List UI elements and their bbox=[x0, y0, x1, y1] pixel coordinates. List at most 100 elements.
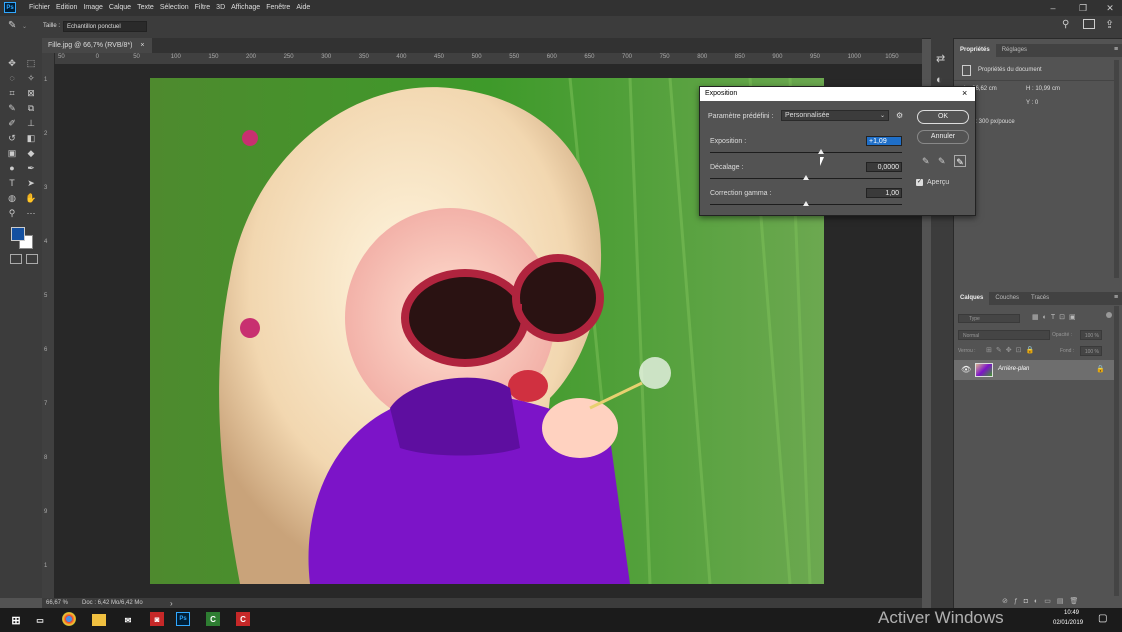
shape-tool-icon[interactable]: ◍ bbox=[4, 191, 20, 205]
visibility-eye-icon[interactable]: 👁 bbox=[961, 365, 971, 374]
menu-aide[interactable]: Aide bbox=[293, 0, 313, 16]
white-point-eyedropper-icon[interactable]: ✎ bbox=[954, 155, 966, 167]
task-view-icon[interactable]: ▭ bbox=[32, 612, 48, 628]
sample-size-select[interactable]: Echantillon ponctuel bbox=[63, 21, 147, 32]
dodge-tool-icon[interactable]: ● bbox=[4, 161, 20, 175]
history-panel-icon[interactable]: ⇄ bbox=[936, 52, 945, 65]
properties-scrollbar[interactable] bbox=[1114, 60, 1119, 278]
fill-input[interactable]: 100 % bbox=[1080, 346, 1102, 356]
menu-image[interactable]: Image bbox=[80, 0, 105, 16]
camtasia-red-icon[interactable]: C bbox=[236, 612, 250, 626]
preset-select[interactable]: Personnalisée ⌄ bbox=[781, 110, 889, 121]
eraser-tool-icon[interactable]: ◧ bbox=[23, 131, 39, 145]
camtasia-green-icon[interactable]: C bbox=[206, 612, 220, 626]
close-tab-icon[interactable]: × bbox=[140, 42, 144, 49]
search-icon[interactable]: ⚲ bbox=[1062, 19, 1069, 30]
eyedropper-icon[interactable]: ✎ bbox=[8, 20, 16, 31]
layer-filter-icons[interactable]: ▦◐T⊡▣ bbox=[1032, 313, 1080, 321]
tab-properties[interactable]: Propriétés bbox=[954, 44, 996, 57]
frame-tool-icon[interactable]: ⊠ bbox=[23, 86, 39, 100]
lock-icons[interactable]: ⊞✎✥⊡🔒 bbox=[986, 346, 1038, 354]
foreground-color-swatch[interactable] bbox=[11, 227, 25, 241]
brush-tool-icon[interactable]: ✐ bbox=[4, 116, 20, 130]
black-point-eyedropper-icon[interactable]: ✎ bbox=[922, 156, 930, 167]
gradient-tool-icon[interactable]: ▣ bbox=[4, 146, 20, 160]
exposure-input[interactable]: +1,09 bbox=[866, 136, 902, 146]
taskbar-date[interactable]: 02/01/2019 bbox=[1053, 620, 1083, 626]
more-tools-icon[interactable]: ⋯ bbox=[23, 206, 39, 220]
file-explorer-icon[interactable] bbox=[92, 614, 106, 626]
exposure-slider-track[interactable] bbox=[710, 152, 902, 153]
stamp-tool-icon[interactable]: ⊥ bbox=[23, 116, 39, 130]
menu-affichage[interactable]: Affichage bbox=[228, 0, 263, 16]
restore-icon[interactable]: ❐ bbox=[1073, 0, 1093, 16]
gamma-slider-thumb[interactable] bbox=[803, 201, 809, 206]
quick-mask-icon[interactable] bbox=[10, 254, 22, 264]
gray-point-eyedropper-icon[interactable]: ✎ bbox=[938, 156, 946, 167]
layer-filter-input[interactable]: Type bbox=[958, 314, 1020, 323]
tab-layers[interactable]: Calques bbox=[954, 292, 990, 305]
menu-fenetre[interactable]: Fenêtre bbox=[263, 0, 293, 16]
windows-start-icon[interactable]: ⊞ bbox=[8, 612, 24, 628]
offset-slider-thumb[interactable] bbox=[803, 175, 809, 180]
filter-toggle-icon[interactable] bbox=[1106, 312, 1112, 318]
tool-preset-chevron-icon[interactable]: ⌄ bbox=[22, 23, 27, 30]
menu-3d[interactable]: 3D bbox=[213, 0, 228, 16]
hand-tool-icon[interactable]: ✋ bbox=[23, 191, 39, 205]
tab-channels[interactable]: Couches bbox=[989, 292, 1025, 305]
notifications-icon[interactable]: ▢ bbox=[1098, 613, 1107, 624]
taskbar-time[interactable]: 10:49 bbox=[1064, 610, 1079, 616]
close-window-icon[interactable]: ✕ bbox=[1100, 0, 1120, 16]
media-app-icon[interactable]: ◙ bbox=[150, 612, 164, 626]
dialog-close-icon[interactable]: × bbox=[962, 88, 967, 98]
menu-selection[interactable]: Sélection bbox=[157, 0, 192, 16]
screen-mode-icon[interactable] bbox=[26, 254, 38, 264]
exposure-slider-thumb[interactable] bbox=[818, 149, 824, 154]
menu-fichier[interactable]: Fichier bbox=[26, 0, 53, 16]
move-tool-icon[interactable]: ✥ bbox=[4, 56, 20, 70]
height-value[interactable]: H : 10,99 cm bbox=[1026, 86, 1060, 92]
workspace-icon[interactable] bbox=[1083, 19, 1095, 29]
zoom-tool-icon[interactable]: ⚲ bbox=[4, 206, 20, 220]
menu-edition[interactable]: Edition bbox=[53, 0, 80, 16]
opacity-input[interactable]: 100 % bbox=[1080, 330, 1102, 340]
zoom-level[interactable]: 66,67 % bbox=[46, 600, 68, 606]
lasso-tool-icon[interactable]: ◌ bbox=[4, 71, 20, 85]
history-brush-tool-icon[interactable]: ↺ bbox=[4, 131, 20, 145]
layers-panel-menu-icon[interactable]: ≡ bbox=[1114, 294, 1118, 301]
offset-input[interactable]: 0,0000 bbox=[866, 162, 902, 172]
layer-action-icons[interactable]: ⊘ƒ◘◐▭▤🗑 bbox=[1002, 597, 1084, 605]
ok-button[interactable]: OK bbox=[917, 110, 969, 124]
menu-filtre[interactable]: Filtre bbox=[192, 0, 214, 16]
cancel-button[interactable]: Annuler bbox=[917, 130, 969, 144]
share-icon[interactable]: ⇪ bbox=[1105, 18, 1114, 31]
tab-paths[interactable]: Tracés bbox=[1025, 292, 1055, 305]
mail-icon[interactable]: ✉ bbox=[120, 612, 136, 628]
marquee-tool-icon[interactable]: ⬚ bbox=[23, 56, 39, 70]
y-value[interactable]: Y : 0 bbox=[1026, 100, 1038, 106]
path-selection-tool-icon[interactable]: ➤ bbox=[23, 176, 39, 190]
photoshop-taskbar-icon[interactable]: Ps bbox=[176, 612, 190, 626]
status-menu-chevron-icon[interactable]: › bbox=[170, 599, 173, 608]
type-tool-icon[interactable]: T bbox=[4, 176, 20, 190]
document-tab[interactable]: Fille.jpg @ 66,7% (RVB/8*) × bbox=[42, 38, 152, 53]
panel-menu-icon[interactable]: ≡ bbox=[1114, 46, 1118, 53]
ruler-tool-icon[interactable]: ⧉ bbox=[23, 101, 39, 115]
adjustments-panel-icon[interactable]: ◐ bbox=[936, 74, 943, 86]
preview-checkbox[interactable]: ✓ bbox=[916, 179, 923, 186]
menu-texte[interactable]: Texte bbox=[134, 0, 157, 16]
layers-scrollbar[interactable] bbox=[1114, 306, 1119, 596]
minimize-icon[interactable]: – bbox=[1043, 0, 1063, 16]
magic-wand-tool-icon[interactable]: ✧ bbox=[23, 71, 39, 85]
preset-gear-icon[interactable]: ⚙ bbox=[896, 111, 903, 120]
menu-calque[interactable]: Calque bbox=[106, 0, 134, 16]
layer-row-background[interactable]: 👁 Arrière-plan 🔒 bbox=[954, 360, 1114, 380]
layer-name[interactable]: Arrière-plan bbox=[998, 366, 1029, 372]
pen-tool-icon[interactable]: ✒ bbox=[23, 161, 39, 175]
tab-adjustments[interactable]: Réglages bbox=[996, 44, 1033, 57]
blur-tool-icon[interactable]: ◆ bbox=[23, 146, 39, 160]
crop-tool-icon[interactable]: ⌗ bbox=[4, 86, 20, 100]
blend-mode-select[interactable]: Normal bbox=[958, 330, 1050, 340]
gamma-input[interactable]: 1,00 bbox=[866, 188, 902, 198]
chrome-icon[interactable] bbox=[62, 612, 76, 626]
